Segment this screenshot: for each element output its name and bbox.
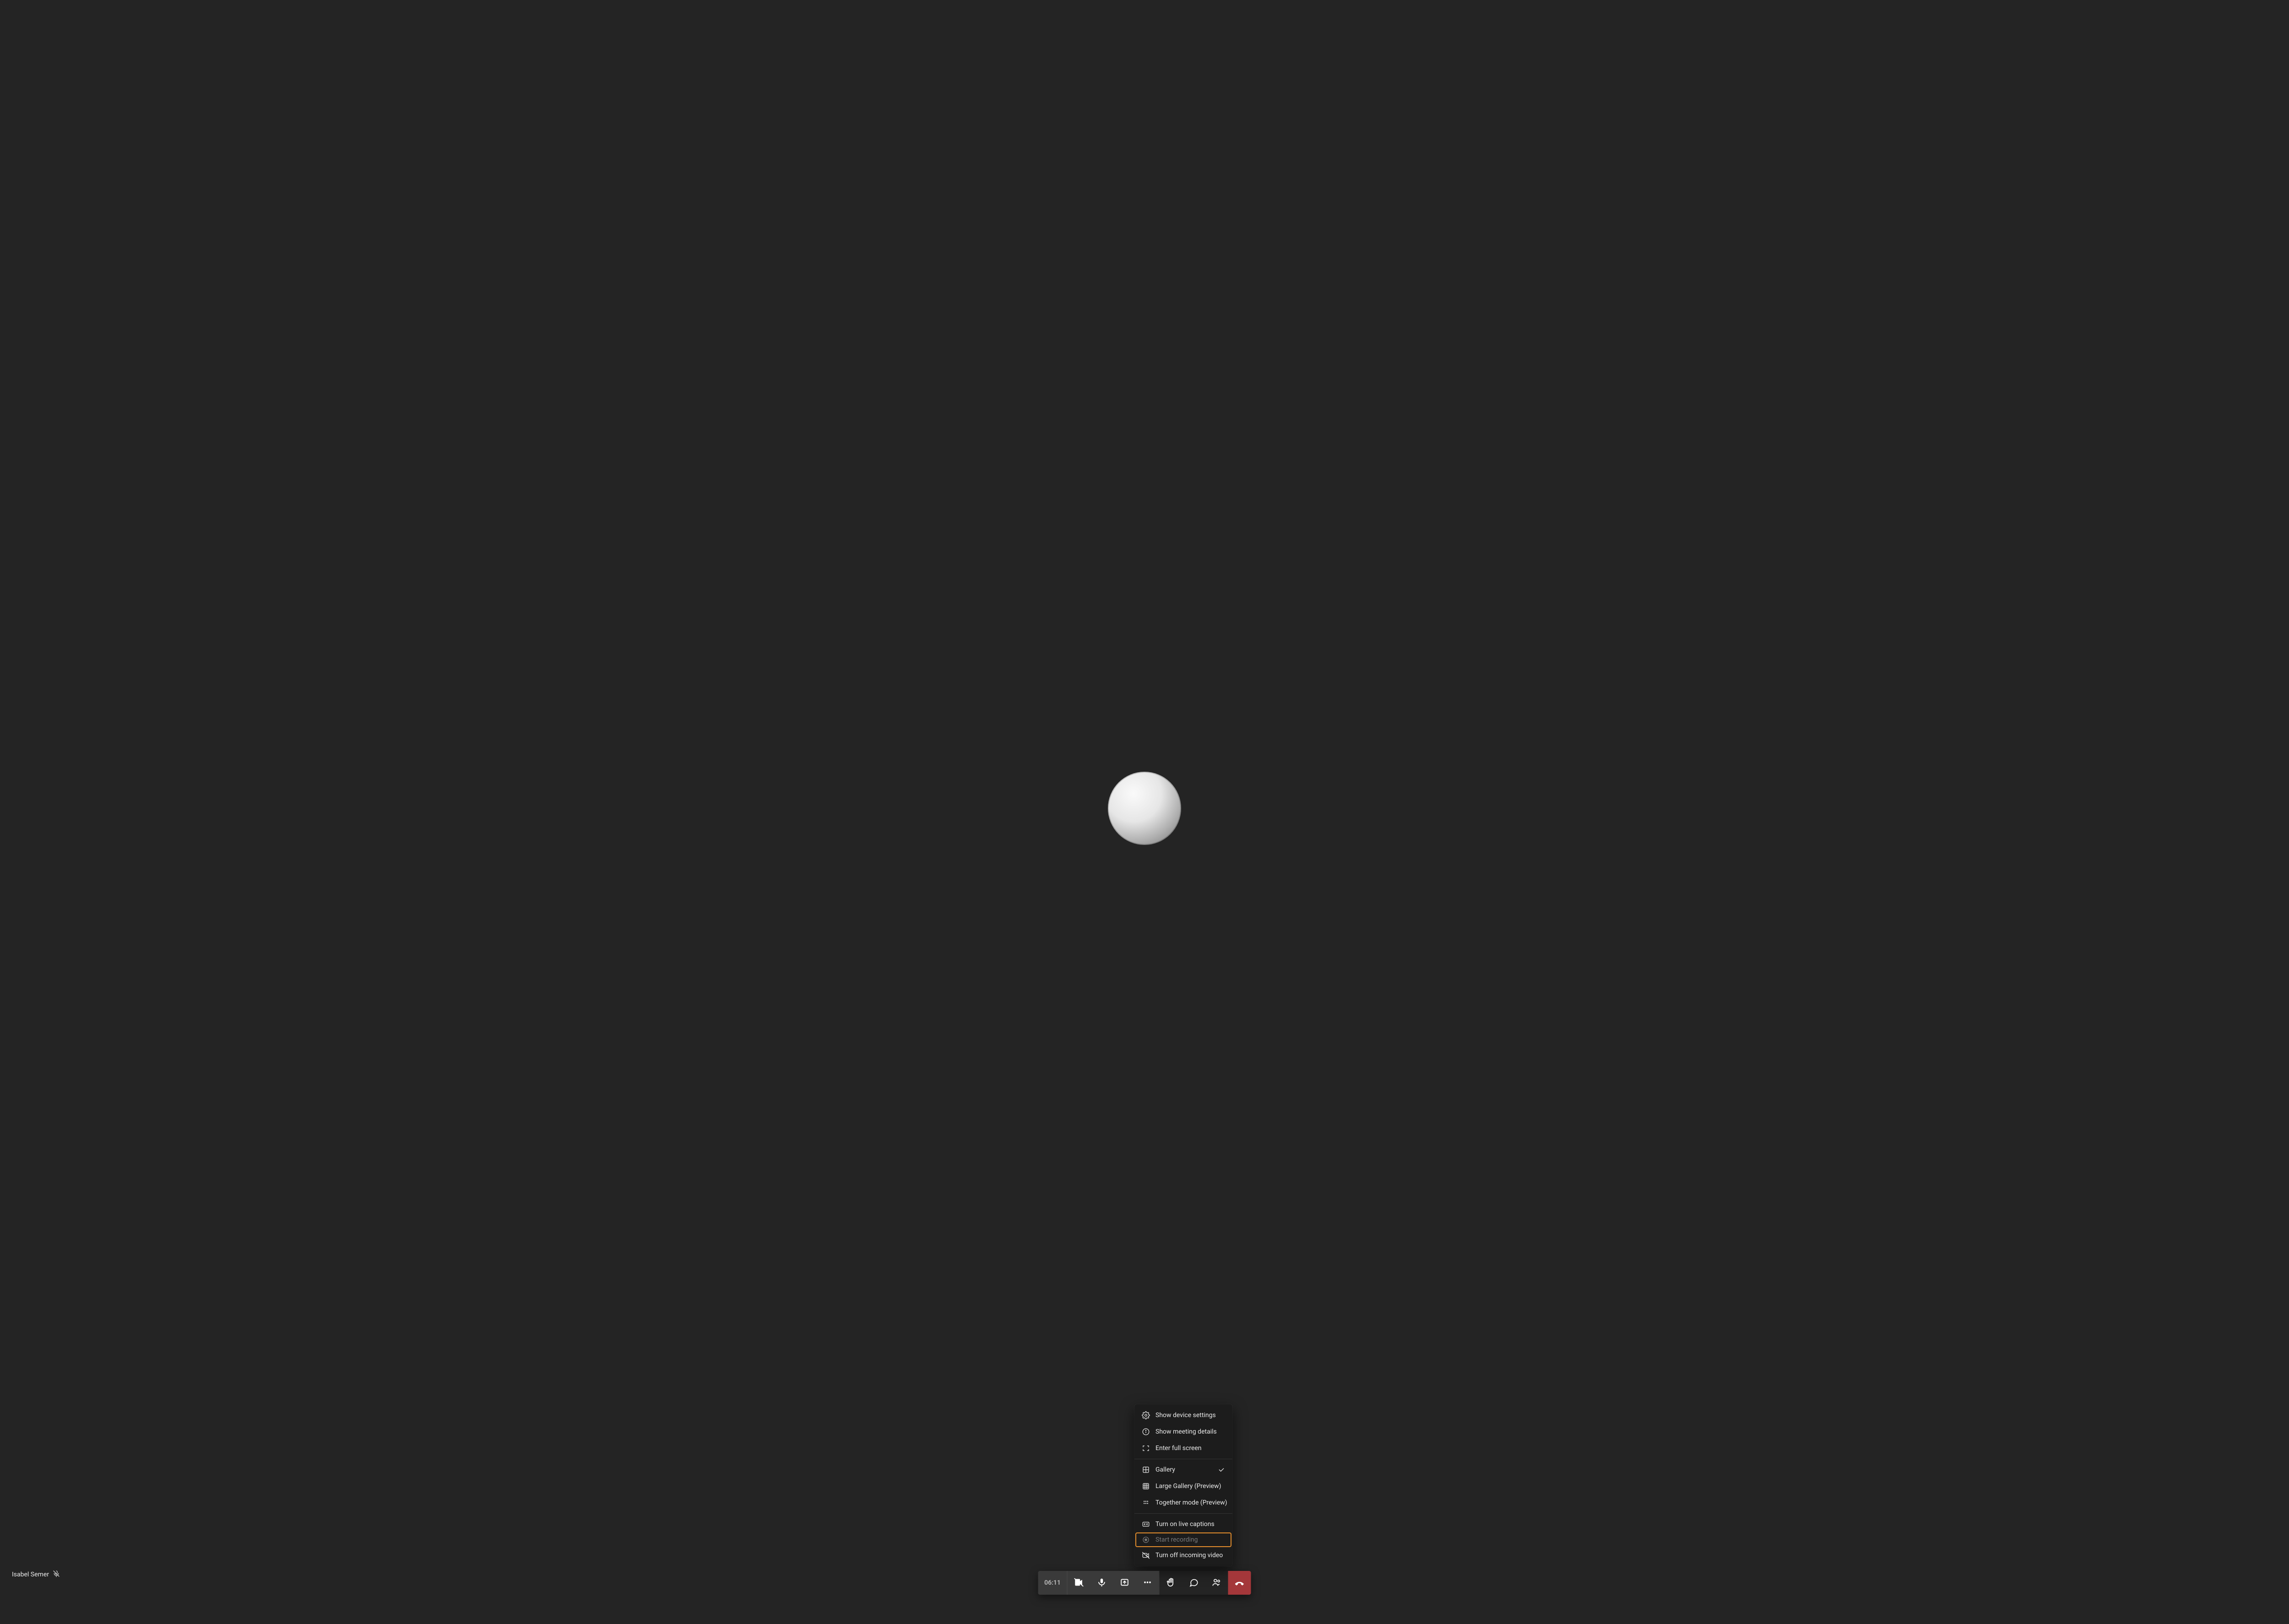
chat-button[interactable] — [1182, 1571, 1205, 1595]
menu-item-label: Gallery — [1155, 1466, 1212, 1473]
video-off-icon — [1074, 1577, 1084, 1589]
people-icon — [1212, 1577, 1222, 1589]
participant-label: Isabel Semer — [12, 1570, 60, 1579]
menu-item-label: Enter full screen — [1155, 1445, 1225, 1452]
grid-3x3-icon — [1142, 1482, 1150, 1490]
menu-item-gallery[interactable]: Gallery — [1134, 1462, 1232, 1478]
check-icon — [1218, 1466, 1225, 1473]
menu-item-label: Show meeting details — [1155, 1428, 1225, 1435]
gear-icon — [1142, 1411, 1150, 1419]
menu-item-label: Show device settings — [1155, 1412, 1225, 1419]
video-off-icon — [1142, 1551, 1150, 1559]
menu-item-meeting-details[interactable]: Show meeting details — [1134, 1424, 1232, 1440]
more-actions-button[interactable] — [1136, 1571, 1159, 1595]
participants-button[interactable] — [1205, 1571, 1228, 1595]
camera-toggle-button[interactable] — [1068, 1571, 1090, 1595]
hang-up-icon — [1235, 1577, 1245, 1589]
menu-item-large-gallery[interactable]: Large Gallery (Preview) — [1134, 1478, 1232, 1494]
menu-item-label: Together mode (Preview) — [1155, 1499, 1227, 1506]
menu-item-together-mode[interactable]: Together mode (Preview) — [1134, 1494, 1232, 1511]
call-toolbar: 06:11 — [1038, 1571, 1251, 1595]
cc-icon — [1142, 1520, 1150, 1528]
menu-item-turn-off-incoming-video[interactable]: Turn off incoming video — [1134, 1547, 1232, 1564]
microphone-icon — [1097, 1577, 1107, 1589]
call-duration: 06:11 — [1038, 1571, 1068, 1595]
fullscreen-icon — [1142, 1444, 1150, 1452]
menu-item-label: Start recording — [1155, 1536, 1225, 1543]
raise-hand-button[interactable] — [1160, 1571, 1182, 1595]
together-icon — [1142, 1499, 1150, 1507]
record-icon — [1142, 1536, 1150, 1544]
menu-item-label: Large Gallery (Preview) — [1155, 1483, 1225, 1490]
hang-up-button[interactable] — [1228, 1571, 1251, 1595]
grid-2x2-icon — [1142, 1466, 1150, 1474]
microphone-toggle-button[interactable] — [1090, 1571, 1113, 1595]
participant-avatar — [1108, 772, 1181, 845]
menu-item-fullscreen[interactable]: Enter full screen — [1134, 1440, 1232, 1456]
menu-divider — [1134, 1513, 1232, 1514]
more-icon — [1143, 1577, 1153, 1589]
share-screen-button[interactable] — [1113, 1571, 1136, 1595]
hand-icon — [1166, 1577, 1176, 1589]
more-actions-menu: Show device settings Show meeting detail… — [1134, 1404, 1232, 1566]
share-tray-icon — [1120, 1577, 1130, 1589]
menu-item-device-settings[interactable]: Show device settings — [1134, 1407, 1232, 1424]
muted-mic-icon — [53, 1570, 60, 1579]
chat-icon — [1189, 1577, 1199, 1589]
menu-item-label: Turn off incoming video — [1155, 1552, 1225, 1559]
info-icon — [1142, 1428, 1150, 1436]
participant-name: Isabel Semer — [12, 1571, 49, 1578]
menu-item-label: Turn on live captions — [1155, 1521, 1225, 1528]
menu-item-start-recording[interactable]: Start recording — [1135, 1532, 1231, 1547]
menu-item-live-captions[interactable]: Turn on live captions — [1134, 1516, 1232, 1532]
